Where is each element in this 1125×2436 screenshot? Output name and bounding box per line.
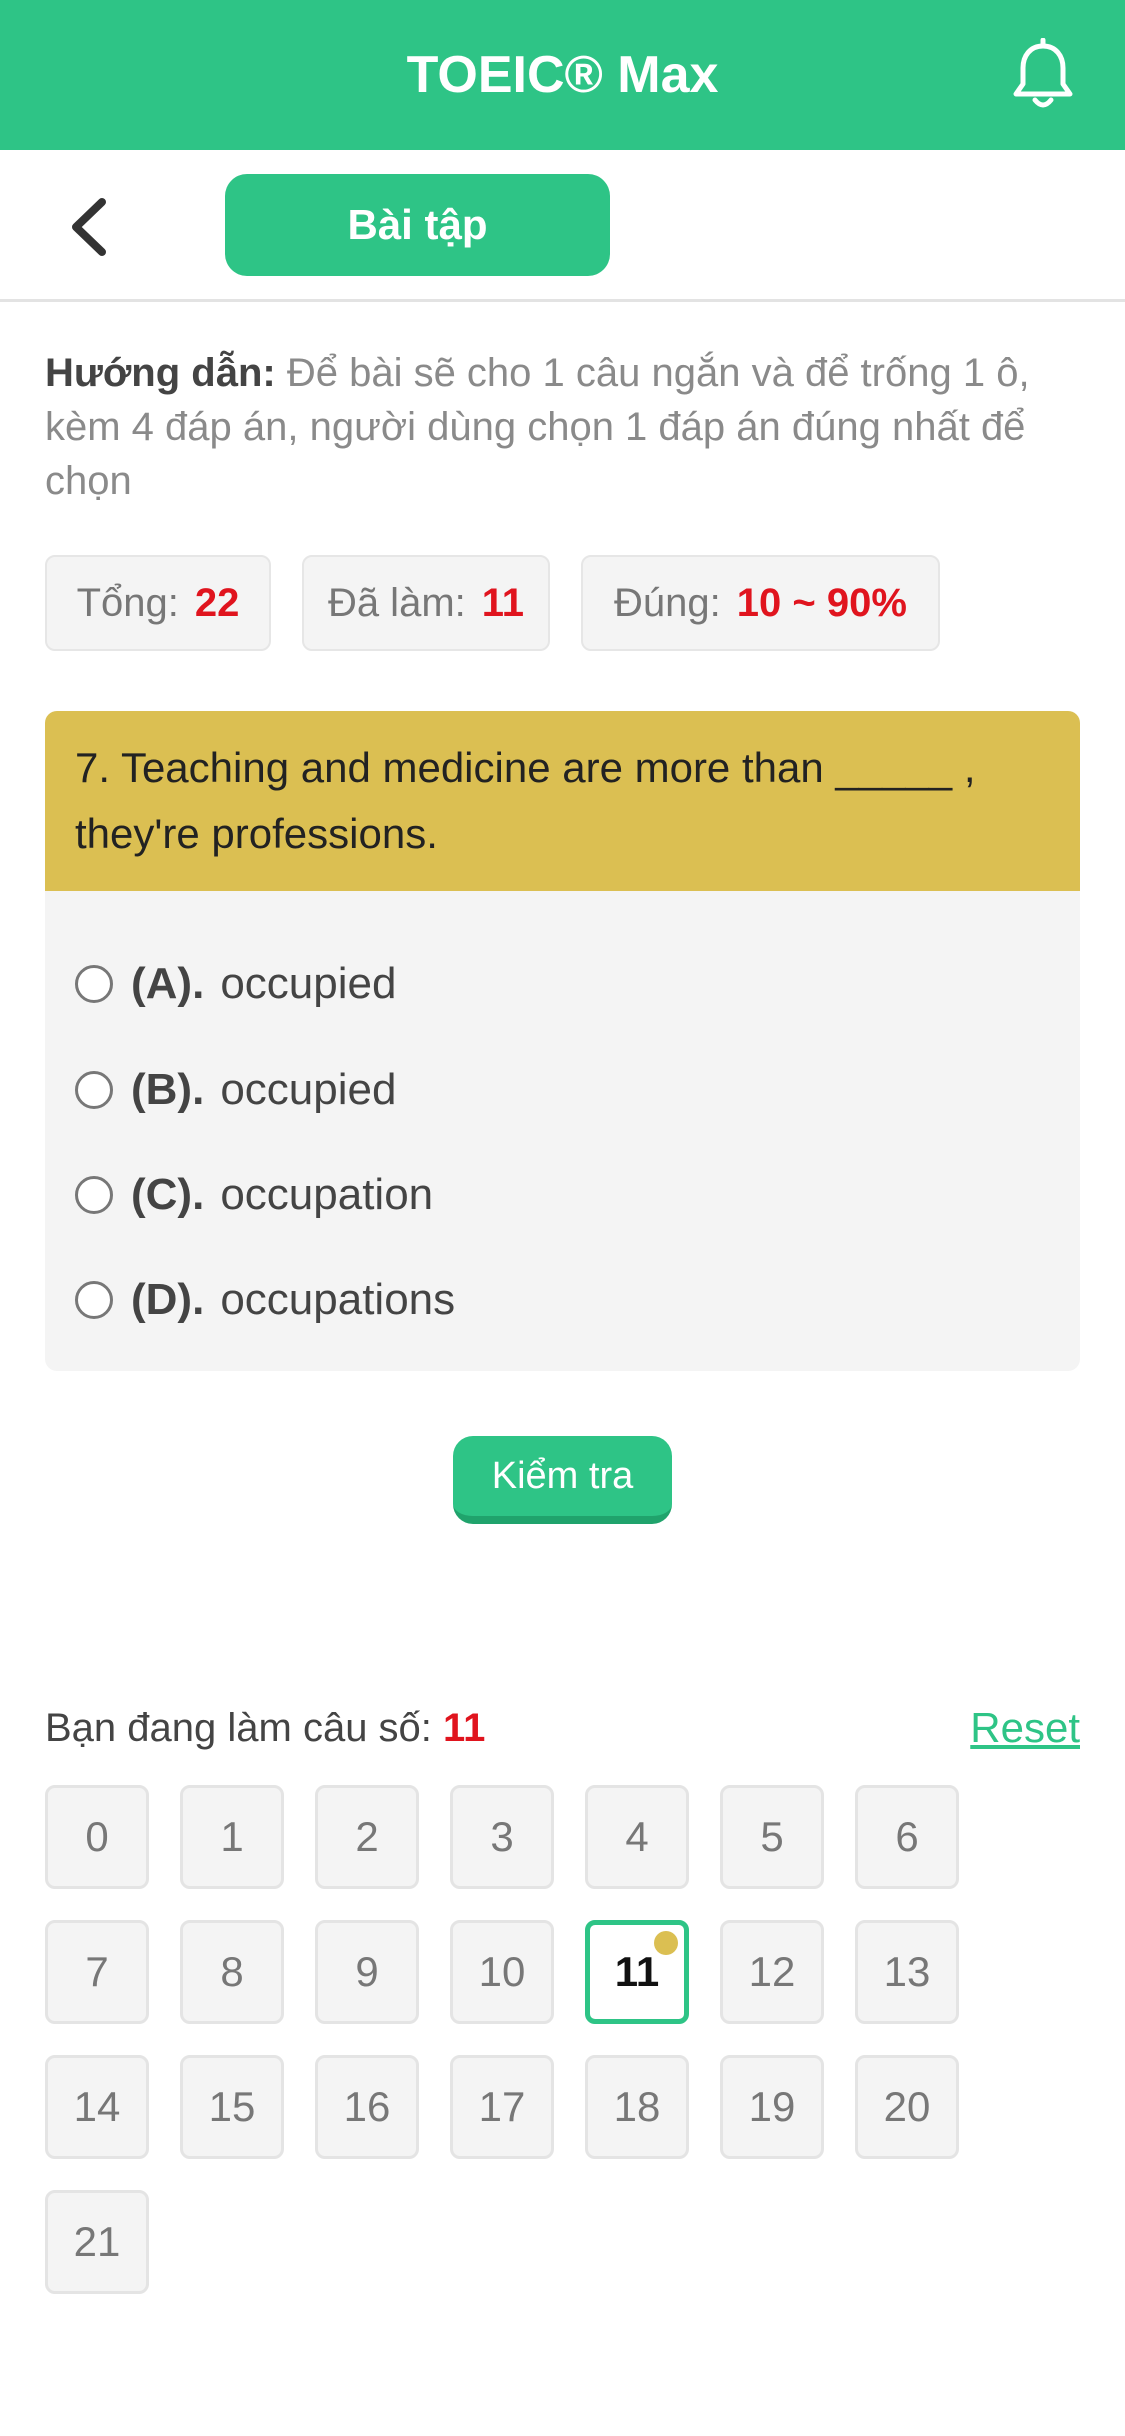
- question-number-button[interactable]: 5: [720, 1785, 824, 1889]
- option-c[interactable]: (C). occupation: [75, 1160, 433, 1230]
- instructions: Hướng dẫn: Để bài sẽ cho 1 câu ngắn và đ…: [45, 346, 1085, 508]
- reset-link[interactable]: Reset: [960, 1700, 1080, 1756]
- stat-done: Đã làm: 11: [302, 555, 550, 651]
- option-letter: (B).: [131, 1065, 205, 1114]
- stat-correct-label: Đúng:: [614, 580, 721, 625]
- question-number-button[interactable]: 2: [315, 1785, 419, 1889]
- chevron-left-icon[interactable]: [62, 194, 116, 260]
- option-a[interactable]: (A). occupied: [75, 949, 396, 1019]
- current-question-number: 11: [443, 1706, 486, 1750]
- stat-done-label: Đã làm:: [327, 580, 466, 625]
- question-number-label: 11: [614, 1948, 660, 1995]
- question-number-button-active[interactable]: 11: [585, 1920, 689, 2024]
- question-number-button[interactable]: 10: [450, 1920, 554, 2024]
- option-letter: (C).: [131, 1170, 205, 1219]
- bell-icon[interactable]: [1008, 38, 1078, 112]
- question-number-button[interactable]: 13: [855, 1920, 959, 2024]
- question-number-button[interactable]: 3: [450, 1785, 554, 1889]
- question-number-button[interactable]: 21: [45, 2190, 149, 2294]
- question-number-button[interactable]: 17: [450, 2055, 554, 2159]
- question-number-button[interactable]: 20: [855, 2055, 959, 2159]
- question-card: 7. Teaching and medicine are more than _…: [45, 711, 1080, 1371]
- question-number-button[interactable]: 7: [45, 1920, 149, 2024]
- radio-button[interactable]: [75, 1071, 113, 1109]
- question-number-button[interactable]: 12: [720, 1920, 824, 2024]
- question-number-button[interactable]: 19: [720, 2055, 824, 2159]
- question-number-button[interactable]: 0: [45, 1785, 149, 1889]
- question-number-button[interactable]: 4: [585, 1785, 689, 1889]
- question-number-button[interactable]: 9: [315, 1920, 419, 2024]
- stat-correct: Đúng: 10 ~ 90%: [581, 555, 940, 651]
- stat-total-value: 22: [194, 580, 240, 625]
- current-question-label: Bạn đang làm câu số:: [45, 1706, 432, 1750]
- option-text: occupation: [220, 1170, 434, 1219]
- option-text: occupied: [220, 959, 397, 1008]
- radio-button[interactable]: [75, 1176, 113, 1214]
- radio-button[interactable]: [75, 965, 113, 1003]
- option-letter: (D).: [131, 1275, 205, 1324]
- instructions-label: Hướng dẫn:: [45, 351, 276, 395]
- question-number-button[interactable]: 6: [855, 1785, 959, 1889]
- question-number-button[interactable]: 14: [45, 2055, 149, 2159]
- option-b[interactable]: (B). occupied: [75, 1055, 396, 1125]
- question-number-button[interactable]: 15: [180, 2055, 284, 2159]
- option-d[interactable]: (D). occupations: [75, 1265, 455, 1335]
- app-header: TOEIC® Max: [0, 0, 1125, 150]
- check-button[interactable]: Kiểm tra: [453, 1436, 672, 1524]
- option-text: occupations: [220, 1275, 456, 1324]
- question-number-button[interactable]: 8: [180, 1920, 284, 2024]
- question-number-button[interactable]: 16: [315, 2055, 419, 2159]
- radio-button[interactable]: [75, 1281, 113, 1319]
- question-number-button[interactable]: 1: [180, 1785, 284, 1889]
- option-text: occupied: [220, 1065, 397, 1114]
- question-text: 7. Teaching and medicine are more than _…: [45, 711, 1080, 891]
- app-title: TOEIC® Max: [406, 46, 719, 104]
- tab-exercises[interactable]: Bài tập: [225, 174, 610, 276]
- question-number-button[interactable]: 18: [585, 2055, 689, 2159]
- current-question-indicator: Bạn đang làm câu số: 11: [45, 1700, 485, 1756]
- stat-done-value: 11: [481, 580, 525, 625]
- nav-bar: Bài tập: [0, 150, 1125, 302]
- stat-total-label: Tổng:: [76, 580, 179, 625]
- stat-correct-value: 10 ~ 90%: [736, 580, 907, 625]
- stat-total: Tổng: 22: [45, 555, 271, 651]
- current-dot-indicator: [654, 1931, 678, 1955]
- option-letter: (A).: [131, 959, 205, 1008]
